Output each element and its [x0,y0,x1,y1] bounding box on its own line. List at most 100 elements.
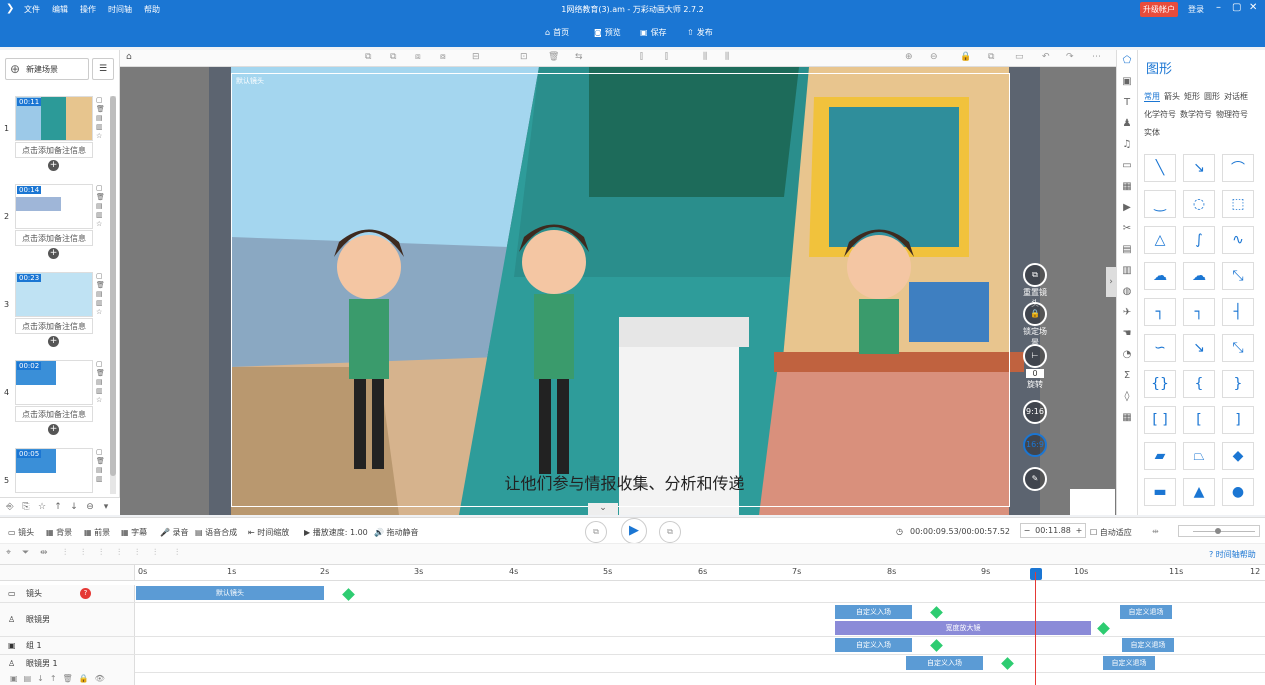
scene-item[interactable]: 3 00:23 点击添加备注信息 ▢ 🗑 ▤ ▥ ☆ + [0,272,110,350]
current-time-stepper[interactable]: −00:11.88 + [1020,523,1086,538]
page-icon[interactable]: ▭ [1015,52,1024,62]
tool-c-icon[interactable]: ⫶ [100,548,102,558]
track-group-1[interactable]: ▣ 组 1 自定义入场 自定义退场 [0,637,1265,655]
scene-menu-icon[interactable]: ☰ [92,58,114,80]
track-clip[interactable]: 自定义退场 [1122,638,1174,652]
chevron-down-icon[interactable]: ⌄ [588,503,618,515]
zoom-slider[interactable] [1178,525,1260,537]
arrow-up-icon[interactable]: ↑ [50,674,57,683]
scene-item[interactable]: 1 00:11 点击添加备注信息 ▢ 🗑 ▤ ▥ ☆ + [0,96,110,174]
play-icon[interactable]: ▶ [621,518,647,544]
scene-note[interactable]: 点击添加备注信息 [15,230,93,246]
camera-button[interactable]: ▭ 镜头 [8,527,34,538]
ratio-9-16-button[interactable]: 9:16 [1020,400,1050,424]
tools-icon[interactable]: ✂ [1117,218,1137,239]
next-frame-icon[interactable]: ⧉ [659,521,681,543]
scene-ops[interactable]: ▢ 🗑 ▤ ▥ ☆ [96,360,106,405]
delete-icon[interactable]: 🗑 [548,52,559,62]
track-clip[interactable]: 自定义入场 [835,638,912,652]
align-center-icon[interactable]: ⫿ [665,52,668,62]
track-clip[interactable]: 自定义入场 [835,605,912,619]
scene-item[interactable]: 5 00:05 ▢ 🗑 ▤ ▥ [0,448,110,496]
triangle-dots-shape-icon[interactable]: △ [1144,226,1176,254]
role-icon[interactable]: ♟ [1117,113,1137,134]
scene-note[interactable]: 点击添加备注信息 [15,142,93,158]
filter-icon[interactable]: ⏷ [22,548,29,558]
auto-fit-checkbox[interactable]: ☐ 自动适应 [1090,527,1132,538]
image-icon[interactable]: ▣ [10,674,18,683]
align-tool-icon[interactable]: ⇹ [40,548,48,558]
save-button[interactable]: ▣ 保存 [640,27,667,38]
undo-icon[interactable]: ↶ [1042,52,1050,62]
keyframe-add-icon[interactable] [1097,622,1110,635]
move-down-icon[interactable]: ↓ [67,502,81,512]
double-arrow-shape-icon[interactable]: ⤡ [1222,262,1254,290]
scene-ops[interactable]: ▢ 🗑 ▤ ▥ ☆ [96,272,106,317]
scene-thumbnail[interactable]: 00:02 [15,360,93,405]
video-icon[interactable]: ▶ [1117,197,1137,218]
prev-frame-icon[interactable]: ⧉ [585,521,607,543]
mute-button[interactable]: 🔊 拖动静音 [374,527,419,538]
music-icon[interactable]: ♫ [1117,134,1137,155]
arrow-down-icon[interactable]: ↓ [37,674,44,683]
insert-scene-button[interactable]: + [48,336,59,347]
s-arrow-shape-icon[interactable]: ↘ [1183,334,1215,362]
cat-circle[interactable]: 圆形 [1204,92,1220,101]
track-glasses-man[interactable]: ♙ 眼镜男 自定义入场 自定义退场 宽度放大镜 [0,603,1265,637]
scene-thumbnail[interactable]: 00:11 [15,96,93,141]
favorite-icon[interactable]: ☆ [35,502,49,512]
scene-ops[interactable]: ▢ 🗑 ▤ ▥ ☆ [96,96,106,141]
keyframe-add-icon[interactable] [930,606,943,619]
login-link[interactable]: 登录 [1188,4,1204,15]
elbow-shape-icon[interactable]: ┐ [1144,298,1176,326]
plane-icon[interactable]: ✈ [1117,302,1137,323]
track-clip[interactable]: 自定义退场 [1103,656,1155,670]
lock-icon[interactable]: 🔒 [960,52,971,62]
cloud2-shape-icon[interactable]: ☁ [1183,262,1215,290]
circle-shape-icon[interactable]: ● [1222,478,1254,506]
maximize-icon[interactable]: ▢ [1232,2,1241,13]
track-clip[interactable]: 宽度放大镜 [835,621,1091,635]
cloud-shape-icon[interactable]: ☁ [1144,262,1176,290]
insert-scene-button[interactable]: + [48,424,59,435]
s-curve-shape-icon[interactable]: ∽ [1144,334,1176,362]
folder-icon[interactable]: ▤ [1117,239,1137,260]
track-camera[interactable]: ▭ 镜头 ? 默认镜头 [0,585,1265,603]
dashed-circle-shape-icon[interactable]: ◌ [1183,190,1215,218]
playhead-handle[interactable] [1030,568,1042,580]
cat-phys[interactable]: 物理符号 [1216,110,1248,119]
cat-solid[interactable]: 实体 [1144,128,1160,137]
home-button[interactable]: ⌂ 首页 [545,27,569,38]
right-bracket-shape-icon[interactable]: ] [1222,406,1254,434]
text-icon[interactable]: T [1117,92,1137,113]
wave-shape-icon[interactable]: ∿ [1222,226,1254,254]
left-bracket-shape-icon[interactable]: [ [1183,406,1215,434]
trapezoid-shape-icon[interactable]: ⏢ [1183,442,1215,470]
cat-chem[interactable]: 化学符号 [1144,110,1176,119]
scene-thumbnail[interactable]: 00:14 [15,184,93,229]
panel-collapse-icon[interactable]: › [1106,267,1116,297]
track-glasses-man-1[interactable]: ♙ 眼镜男 1 自定义入场 自定义退场 [0,655,1265,673]
timeline-help-link[interactable]: ? 时间轴帮助 [1209,549,1256,560]
preview-button[interactable]: ◙ 预览 [594,27,621,38]
tts-button[interactable]: ▤ 语音合成 [195,527,237,538]
copy-page-icon[interactable]: ⧉ [988,52,994,62]
insert-scene-button[interactable]: + [48,248,59,259]
parallelogram-shape-icon[interactable]: ▰ [1144,442,1176,470]
chart-icon[interactable]: ▦ [1117,176,1137,197]
zoom-out-icon[interactable]: ⊖ [930,52,938,62]
cat-math[interactable]: 数学符号 [1180,110,1212,119]
rectangle-shape-icon[interactable]: ▬ [1144,478,1176,506]
track-clip[interactable]: 默认镜头 [136,586,324,600]
freeform-shape-icon[interactable]: ∫ [1183,226,1215,254]
edit-pen-button[interactable]: ✎ [1020,467,1050,491]
scene-ops[interactable]: ▢ 🗑 ▤ ▥ ☆ [96,184,106,229]
minimap-thumbnail[interactable] [1070,489,1115,515]
export-icon[interactable]: ⎘ [19,502,33,512]
cat-rect[interactable]: 矩形 [1184,92,1200,101]
insert-scene-button[interactable]: + [48,160,59,171]
elbow-double-shape-icon[interactable]: ┤ [1222,298,1254,326]
rotate-control[interactable]: ⊢ 0 旋转 [1020,344,1050,390]
cat-dialog[interactable]: 对话框 [1224,92,1248,101]
scene-scrollbar[interactable] [110,96,116,494]
